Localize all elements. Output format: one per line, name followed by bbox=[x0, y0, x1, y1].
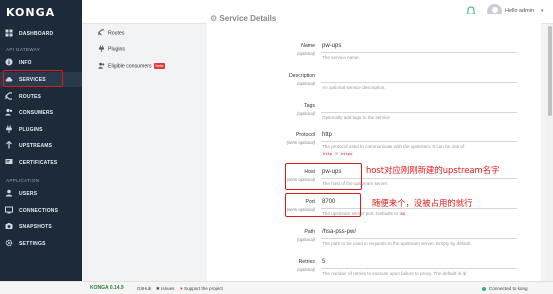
footer-brand: KONGA 0.14.9 bbox=[90, 285, 124, 291]
sidebar-item-label: CERTIFICATES bbox=[19, 159, 58, 166]
sidebar-section-application: APPLICATION bbox=[6, 178, 40, 183]
sidebar-section-api: API GATEWAY bbox=[6, 47, 41, 52]
protocol-input[interactable]: http bbox=[322, 132, 332, 138]
footer-link-github[interactable]: GitHub bbox=[137, 286, 151, 291]
user-icon bbox=[5, 189, 13, 197]
field-label: Tags bbox=[304, 103, 315, 109]
brand-logo[interactable]: KONGA bbox=[0, 0, 82, 24]
subnav-label: Eligible consumers bbox=[108, 63, 152, 70]
field-optional: (semi-optional) bbox=[286, 140, 315, 145]
field-help: An optional service description. bbox=[322, 85, 386, 90]
input-underline bbox=[321, 268, 517, 269]
sidebar: DASHBOARD API GATEWAY INFO SERVICES ROUT… bbox=[0, 24, 82, 281]
certificate-icon bbox=[5, 159, 13, 164]
service-subnav: Routes Plugins Eligible consumers beta bbox=[93, 24, 195, 281]
routes-icon bbox=[98, 29, 105, 36]
input-underline bbox=[321, 112, 517, 113]
beta-badge: beta bbox=[153, 62, 166, 69]
sidebar-item-label: CONSUMERS bbox=[19, 109, 54, 116]
code-http: http bbox=[322, 151, 334, 156]
input-underline bbox=[321, 141, 517, 142]
field-help: The path to be used in requests to the u… bbox=[322, 241, 472, 246]
gear-icon bbox=[5, 239, 13, 247]
subnav-label: Plugins bbox=[108, 46, 126, 53]
annotation-box-port bbox=[285, 193, 361, 217]
upstreams-icon bbox=[6, 141, 12, 149]
sidebar-item-label: SNAPSHOTS bbox=[19, 223, 52, 230]
annotation-host-note: host对应刚刚新建的upstream名字 bbox=[366, 165, 500, 175]
info-icon bbox=[5, 58, 13, 66]
sidebar-item-label: SETTINGS bbox=[19, 240, 46, 247]
sidebar-item-label: USERS bbox=[19, 190, 38, 197]
sidebar-item-upstreams[interactable]: UPSTREAMS bbox=[0, 138, 82, 153]
field-label: Description bbox=[289, 73, 315, 79]
name-input[interactable]: pw-ups bbox=[322, 43, 341, 49]
subnav-item-plugins[interactable]: Plugins bbox=[98, 45, 125, 53]
camera-icon bbox=[5, 223, 13, 229]
plug-icon bbox=[6, 125, 12, 133]
footer: KONGA 0.14.9 GitHub ✱ Issues ♥ Support t… bbox=[0, 281, 553, 294]
connections-icon bbox=[5, 206, 13, 214]
sidebar-item-label: CONNECTIONS bbox=[19, 207, 59, 214]
plug-icon bbox=[99, 45, 104, 52]
users-icon bbox=[5, 108, 13, 116]
footer-link-support[interactable]: ♥ Support the project bbox=[180, 286, 223, 291]
subnav-item-routes[interactable]: Routes bbox=[98, 29, 124, 37]
card-title: ⚙ Service Details bbox=[210, 14, 277, 23]
input-underline bbox=[321, 238, 517, 239]
sidebar-item-label: UPSTREAMS bbox=[19, 142, 53, 149]
field-optional: (optional) bbox=[297, 267, 315, 272]
sidebar-item-routes[interactable]: ROUTES bbox=[0, 89, 82, 104]
chevron-down-icon[interactable]: ▾ bbox=[541, 8, 544, 14]
field-help-codes: http or https bbox=[322, 151, 354, 156]
field-label: Name bbox=[301, 43, 315, 49]
annotation-box-services bbox=[3, 70, 63, 87]
sidebar-item-label: DASHBOARD bbox=[19, 30, 54, 37]
field-label: Retries bbox=[298, 259, 315, 265]
field-optional: (optional) bbox=[297, 51, 315, 56]
sidebar-item-plugins[interactable]: PLUGINS bbox=[0, 122, 82, 137]
field-help: The number of retries to execute upon fa… bbox=[322, 271, 467, 276]
sidebar-item-snapshots[interactable]: SNAPSHOTS bbox=[0, 219, 82, 234]
sidebar-item-label: PLUGINS bbox=[19, 126, 43, 133]
subnav-item-eligible-consumers[interactable]: Eligible consumers beta bbox=[98, 62, 166, 70]
input-underline bbox=[321, 82, 517, 83]
retries-input[interactable]: 5 bbox=[322, 259, 325, 265]
dashboard-icon bbox=[5, 29, 13, 37]
code-https: https bbox=[339, 151, 354, 156]
field-label: Path bbox=[304, 229, 315, 235]
sidebar-item-label: ROUTES bbox=[19, 93, 42, 100]
path-input[interactable]: /hsa-pss-pw/ bbox=[322, 229, 356, 235]
scrollbar-thumb[interactable] bbox=[548, 26, 552, 116]
sidebar-item-users[interactable]: USERS bbox=[0, 186, 82, 201]
field-optional: (optional) bbox=[297, 81, 315, 86]
field-label: Protocol bbox=[295, 132, 315, 138]
field-optional: (optional) bbox=[297, 237, 315, 242]
input-underline bbox=[321, 52, 517, 53]
field-help: The service name. bbox=[322, 55, 360, 60]
code-80: 80 bbox=[399, 211, 406, 216]
sidebar-item-certificates[interactable]: CERTIFICATES bbox=[0, 155, 82, 170]
footer-link-issues[interactable]: ✱ Issues bbox=[156, 286, 174, 292]
sidebar-item-settings[interactable]: SETTINGS bbox=[0, 236, 82, 251]
sidebar-item-consumers[interactable]: CONSUMERS bbox=[0, 105, 82, 120]
annotation-box-host bbox=[285, 163, 362, 190]
sidebar-item-connections[interactable]: CONNECTIONS bbox=[0, 203, 82, 218]
help-or: or bbox=[334, 151, 339, 156]
field-help: Optionally add tags to the service bbox=[322, 115, 390, 120]
users-icon bbox=[98, 62, 105, 69]
field-optional: (optional) bbox=[297, 111, 315, 116]
routes-icon bbox=[5, 92, 12, 100]
connection-status: Connected to kong bbox=[489, 285, 528, 291]
subnav-label: Routes bbox=[108, 30, 125, 37]
sidebar-item-info[interactable]: INFO bbox=[0, 55, 82, 70]
sidebar-item-dashboard[interactable]: DASHBOARD bbox=[0, 26, 82, 41]
sidebar-item-label: INFO bbox=[19, 59, 32, 66]
connection-status-icon bbox=[482, 286, 486, 291]
field-help: The protocol used to communicate with th… bbox=[322, 144, 465, 149]
annotation-port-note: 随便来个，没被占用的就行 bbox=[372, 198, 473, 208]
code-5: 5 bbox=[462, 271, 467, 276]
